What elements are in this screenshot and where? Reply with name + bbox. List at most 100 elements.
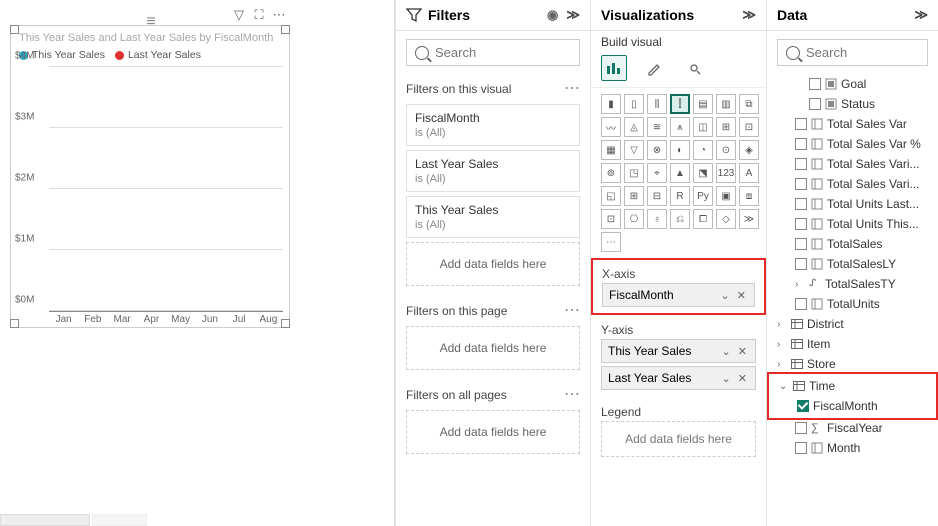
resize-handle[interactable] — [281, 319, 290, 328]
table-row[interactable]: ›Item — [769, 334, 936, 354]
checkbox[interactable] — [795, 178, 807, 190]
build-visual-tab[interactable] — [601, 55, 627, 81]
collapse-pane-icon[interactable]: ≫ — [742, 7, 756, 23]
add-page-filter-dropzone[interactable]: Add data fields here — [406, 326, 580, 370]
field-pill-thisyear[interactable]: This Year Sales ⌄ ✕ — [601, 339, 756, 363]
table-row[interactable]: ›District — [769, 314, 936, 334]
checkbox[interactable] — [795, 158, 807, 170]
field-pill-fiscalmonth[interactable]: FiscalMonth ⌄ ✕ — [602, 283, 755, 307]
viz-type-icon[interactable]: ≋ — [647, 117, 667, 137]
more-options-icon[interactable]: ⋯ — [271, 7, 287, 23]
viz-type-icon[interactable]: ⎌ — [670, 209, 690, 229]
checkbox[interactable] — [795, 138, 807, 150]
checkbox[interactable] — [795, 218, 807, 230]
checkbox[interactable] — [795, 118, 807, 130]
add-visual-filter-dropzone[interactable]: Add data fields here — [406, 242, 580, 286]
viz-type-icon[interactable]: ♁ — [647, 209, 667, 229]
field-row[interactable]: Month — [769, 438, 936, 458]
resize-handle[interactable] — [10, 319, 19, 328]
field-row-fiscalmonth[interactable]: FiscalMonth — [771, 396, 934, 416]
viz-type-icon[interactable]: Py — [693, 186, 713, 206]
checkbox[interactable] — [795, 198, 807, 210]
viz-type-icon[interactable]: ⎔ — [624, 209, 644, 229]
viz-type-icon[interactable]: ⬔ — [693, 163, 713, 183]
chevron-down-icon[interactable]: ⌄ — [722, 373, 733, 385]
viz-type-icon[interactable]: ⊚ — [601, 163, 621, 183]
table-row[interactable]: ›Store — [769, 354, 936, 374]
table-row-time[interactable]: ⌄Time — [771, 376, 934, 396]
checkbox[interactable] — [795, 442, 807, 454]
viz-type-icon[interactable]: ▦ — [601, 140, 621, 160]
chart-plot-area[interactable]: $0M$1M$2M$3M$4M — [49, 67, 283, 312]
checkbox[interactable] — [795, 422, 807, 434]
drag-handle-icon[interactable]: ≡ — [137, 13, 163, 25]
field-row[interactable]: Goal — [769, 74, 936, 94]
field-row[interactable]: ›ᔑTotalSalesTY — [769, 274, 936, 294]
viz-type-icon[interactable]: ▽ — [624, 140, 644, 160]
filter-card[interactable]: Last Year Salesis (All) — [406, 150, 580, 192]
filter-card[interactable]: FiscalMonthis (All) — [406, 104, 580, 146]
viz-type-icon[interactable]: ◱ — [601, 186, 621, 206]
viz-type-icon[interactable]: 123 — [716, 163, 736, 183]
analytics-tab[interactable] — [681, 55, 707, 81]
legend-well[interactable]: Legend Add data fields here — [591, 397, 766, 461]
remove-field-icon[interactable]: ✕ — [737, 290, 748, 302]
viz-type-icon[interactable]: ⫿ — [670, 94, 690, 114]
viz-type-icon[interactable]: ⊡ — [601, 209, 621, 229]
viz-type-icon[interactable]: ⩚ — [670, 117, 690, 137]
viz-type-icon[interactable]: ◬ — [624, 117, 644, 137]
field-row[interactable]: Total Sales Var — [769, 114, 936, 134]
field-row[interactable]: Total Units This... — [769, 214, 936, 234]
checkbox[interactable] — [795, 238, 807, 250]
report-canvas[interactable]: ≡ ▽ ⛶ ⋯ This Year Sales and Last Year Sa… — [0, 0, 395, 526]
collapse-pane-icon[interactable]: ≫ — [914, 7, 928, 23]
viz-type-icon[interactable]: ▲ — [670, 163, 690, 183]
viz-type-icon[interactable]: ◔ — [693, 140, 713, 160]
y-axis-well[interactable]: Y-axis This Year Sales ⌄ ✕ Last Year Sal… — [591, 315, 766, 397]
field-row[interactable]: ∑FiscalYear — [769, 418, 936, 438]
viz-type-icon[interactable]: ≫ — [739, 209, 759, 229]
viz-type-icon[interactable]: ▮ — [601, 94, 621, 114]
x-axis-well[interactable]: X-axis FiscalMonth ⌄ ✕ — [591, 258, 766, 315]
add-report-filter-dropzone[interactable]: Add data fields here — [406, 410, 580, 454]
resize-handle[interactable] — [10, 25, 19, 34]
more-icon[interactable]: ⋯ — [564, 390, 580, 400]
viz-type-icon[interactable]: ⋯ — [601, 232, 621, 252]
checkbox[interactable] — [809, 98, 821, 110]
visibility-icon[interactable]: ◉ — [547, 7, 558, 23]
chevron-down-icon[interactable]: ⌄ — [722, 346, 733, 358]
viz-type-icon[interactable]: A — [739, 163, 759, 183]
format-visual-tab[interactable] — [641, 55, 667, 81]
focus-mode-icon[interactable]: ⛶ — [251, 7, 267, 23]
checkbox[interactable] — [795, 298, 807, 310]
field-row[interactable]: TotalUnits — [769, 294, 936, 314]
viz-type-icon[interactable]: ◫ — [693, 117, 713, 137]
viz-type-icon[interactable]: ⧉ — [739, 94, 759, 114]
filter-card[interactable]: This Year Salesis (All) — [406, 196, 580, 238]
chevron-down-icon[interactable]: ⌄ — [721, 290, 732, 302]
more-icon[interactable]: ⋯ — [564, 84, 580, 94]
viz-type-icon[interactable]: ◈ — [739, 140, 759, 160]
field-row[interactable]: Total Sales Vari... — [769, 154, 936, 174]
field-row[interactable]: Total Units Last... — [769, 194, 936, 214]
remove-field-icon[interactable]: ✕ — [738, 346, 749, 358]
field-pill-lastyear[interactable]: Last Year Sales ⌄ ✕ — [601, 366, 756, 390]
filters-search-input[interactable]: Search — [406, 39, 580, 66]
viz-type-icon[interactable]: ▣ — [716, 186, 736, 206]
resize-handle[interactable] — [281, 25, 290, 34]
viz-type-icon[interactable]: ◇ — [716, 209, 736, 229]
viz-type-icon[interactable]: ⧈ — [739, 186, 759, 206]
viz-type-icon[interactable]: 〰 — [601, 117, 621, 137]
viz-type-icon[interactable]: R — [670, 186, 690, 206]
checkbox[interactable] — [809, 78, 821, 90]
viz-type-icon[interactable]: ◐ — [670, 140, 690, 160]
remove-field-icon[interactable]: ✕ — [738, 373, 749, 385]
viz-type-icon[interactable]: ⊞ — [716, 117, 736, 137]
viz-type-icon[interactable]: ▥ — [716, 94, 736, 114]
field-row[interactable]: TotalSales — [769, 234, 936, 254]
viz-type-icon[interactable]: ⫼ — [647, 94, 667, 114]
viz-type-icon[interactable]: ◳ — [624, 163, 644, 183]
checkbox[interactable] — [795, 258, 807, 270]
viz-type-icon[interactable]: ⊗ — [647, 140, 667, 160]
field-row[interactable]: Status — [769, 94, 936, 114]
